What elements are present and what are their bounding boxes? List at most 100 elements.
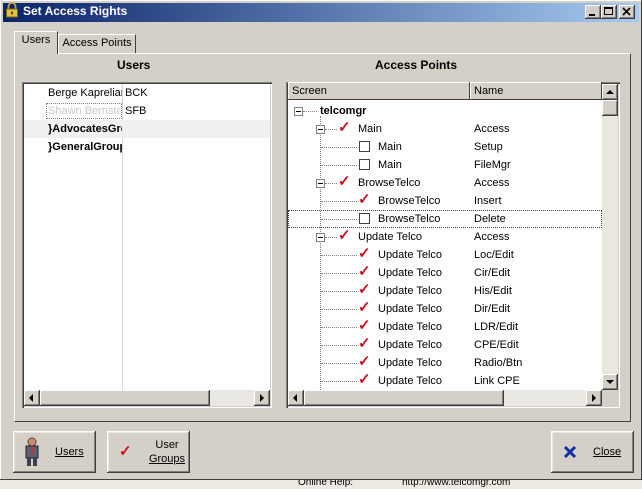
list-item[interactable]: }AdvocatesGroup <box>24 120 270 138</box>
tree-row[interactable]: Main Setup <box>288 138 602 156</box>
tree-row-name: Dir/Edit <box>474 303 511 315</box>
lock-icon <box>5 2 19 18</box>
tree-row-screen: Update Telco <box>378 249 443 261</box>
list-item[interactable]: Berge Kaprelian BCK <box>24 84 270 102</box>
tree-row[interactable]: ✓ Update Telco CPE/Edit <box>288 336 602 354</box>
tree-row-screen: Update Telco <box>378 357 443 369</box>
tree-row-name: FileMgr <box>474 159 511 171</box>
background-window-strip: Online Help: http://www.telcomgr.com <box>0 480 642 489</box>
tree-row-name: Insert <box>474 195 502 207</box>
tree-root-label: telcomgr <box>320 105 367 117</box>
tree-row[interactable]: ✓ Update Telco Loc/Edit <box>288 246 602 264</box>
tree-connector <box>325 237 337 238</box>
checkmark-icon: ✓ <box>119 443 132 460</box>
users-list[interactable]: Berge Kaprelian BCK Shawn Bernstein SFB … <box>22 82 272 408</box>
checkbox-checked-icon[interactable]: ✓ <box>358 372 371 387</box>
tree-vertical-scrollbar[interactable] <box>602 84 618 390</box>
checkbox-checked-icon[interactable]: ✓ <box>358 282 371 297</box>
arrow-left-icon <box>293 394 297 402</box>
checkbox-checked-icon[interactable]: ✓ <box>358 264 371 279</box>
checkbox-unchecked[interactable] <box>359 141 370 152</box>
tree-root-row[interactable]: telcomgr <box>288 102 602 120</box>
tree-row-name: His/Edit <box>474 285 512 297</box>
tree-row[interactable]: ✓ Update Telco Radio/Btn <box>288 354 602 372</box>
user-groups-button[interactable]: ✓ User Groups <box>107 431 190 473</box>
checkbox-checked-icon[interactable]: ✓ <box>358 336 371 351</box>
checkbox-unchecked[interactable] <box>359 159 370 170</box>
scroll-left-button[interactable] <box>288 390 304 406</box>
checkbox-checked-icon[interactable]: ✓ <box>358 354 371 369</box>
column-header-name[interactable]: Name <box>470 82 602 100</box>
user-groups-button-label-1: User <box>155 439 179 451</box>
users-button[interactable]: Users <box>13 431 96 473</box>
tab-users[interactable]: Users <box>14 31 58 54</box>
users-section-title: Users <box>117 58 151 72</box>
checkbox-checked-icon[interactable]: ✓ <box>358 246 371 261</box>
scroll-thumb[interactable] <box>602 100 618 116</box>
tree-row-screen: Update Telco <box>378 267 443 279</box>
maximize-button[interactable] <box>601 5 617 19</box>
scroll-up-button[interactable] <box>602 84 618 100</box>
scroll-thumb[interactable] <box>40 390 210 406</box>
scroll-right-button[interactable] <box>586 390 602 406</box>
checkbox-checked-icon[interactable]: ✓ <box>358 300 371 315</box>
scroll-right-button[interactable] <box>254 390 270 406</box>
tree-row-screen: Update Telco <box>378 375 443 387</box>
person-icon <box>25 437 39 466</box>
close-icon <box>622 7 631 16</box>
tab-access-points-label: Access Points <box>62 37 132 49</box>
tree-row[interactable]: ✓ Update Telco LDR/Edit <box>288 318 602 336</box>
tree-row[interactable]: ✓ BrowseTelco Access <box>288 174 602 192</box>
collapse-icon[interactable] <box>316 125 325 134</box>
checkbox-checked-icon[interactable]: ✓ <box>358 192 371 207</box>
checkbox-checked-icon[interactable]: ✓ <box>338 120 351 135</box>
collapse-icon[interactable] <box>294 107 303 116</box>
tree-row-screen: Update Telco <box>378 321 443 333</box>
close-button[interactable]: Close <box>551 431 634 473</box>
tree-connector <box>321 327 357 328</box>
tree-row-screen: Update Telco <box>378 285 443 297</box>
checkbox-checked-icon[interactable]: ✓ <box>338 174 351 189</box>
column-header-name-label: Name <box>474 85 504 97</box>
tree-row[interactable]: Main FileMgr <box>288 156 602 174</box>
scroll-down-button[interactable] <box>602 374 618 390</box>
arrow-down-icon <box>606 380 614 384</box>
user-name: Shawn Bernstein <box>48 105 120 117</box>
collapse-icon[interactable] <box>316 233 325 242</box>
tree-row[interactable]: ✓ Main Access <box>288 120 602 138</box>
tree-connector <box>321 255 357 256</box>
tree-row[interactable]: ✓ BrowseTelco Insert <box>288 192 602 210</box>
collapse-icon[interactable] <box>316 179 325 188</box>
tree-row-name: Setup <box>474 141 503 153</box>
users-horizontal-scrollbar[interactable] <box>24 390 270 406</box>
tree-horizontal-scrollbar[interactable] <box>288 390 602 406</box>
tab-access-points[interactable]: Access Points <box>58 34 136 53</box>
checkbox-checked-icon[interactable]: ✓ <box>338 228 351 243</box>
close-x-icon <box>563 445 577 459</box>
arrow-up-icon <box>606 90 614 94</box>
tree-row-name: CPE/Edit <box>474 339 519 351</box>
list-item[interactable]: }GeneralGroup <box>24 138 270 156</box>
tree-connector <box>321 381 357 382</box>
tree-connector <box>325 183 337 184</box>
scroll-thumb[interactable] <box>304 390 504 406</box>
list-item-selected[interactable]: Shawn Bernstein SFB <box>24 102 270 120</box>
minimize-button[interactable] <box>585 5 601 19</box>
tree-row-name: Cir/Edit <box>474 267 511 279</box>
tree-row[interactable]: ✓ Update Telco Access <box>288 228 602 246</box>
checkbox-checked-icon[interactable]: ✓ <box>358 318 371 333</box>
close-window-button[interactable] <box>619 5 635 19</box>
checkbox-unchecked[interactable] <box>359 213 370 224</box>
tree-connector <box>321 363 357 364</box>
scroll-left-button[interactable] <box>24 390 40 406</box>
tree-row[interactable]: ✓ Update Telco His/Edit <box>288 282 602 300</box>
tree-row[interactable]: ✓ Update Telco Dir/Edit <box>288 300 602 318</box>
tree-row[interactable]: BrowseTelco Delete <box>288 210 602 228</box>
access-points-tree[interactable]: Screen Name telcomgr ✓ Main Access Main Setup… <box>286 82 620 408</box>
column-header-screen[interactable]: Screen <box>288 82 470 100</box>
user-code: SFB <box>125 105 147 117</box>
tree-row-name: Access <box>474 177 510 189</box>
tree-row[interactable]: ✓ Update Telco Cir/Edit <box>288 264 602 282</box>
tree-row-screen: Update Telco <box>358 231 423 243</box>
tree-row[interactable]: ✓ Update Telco Link CPE <box>288 372 602 390</box>
